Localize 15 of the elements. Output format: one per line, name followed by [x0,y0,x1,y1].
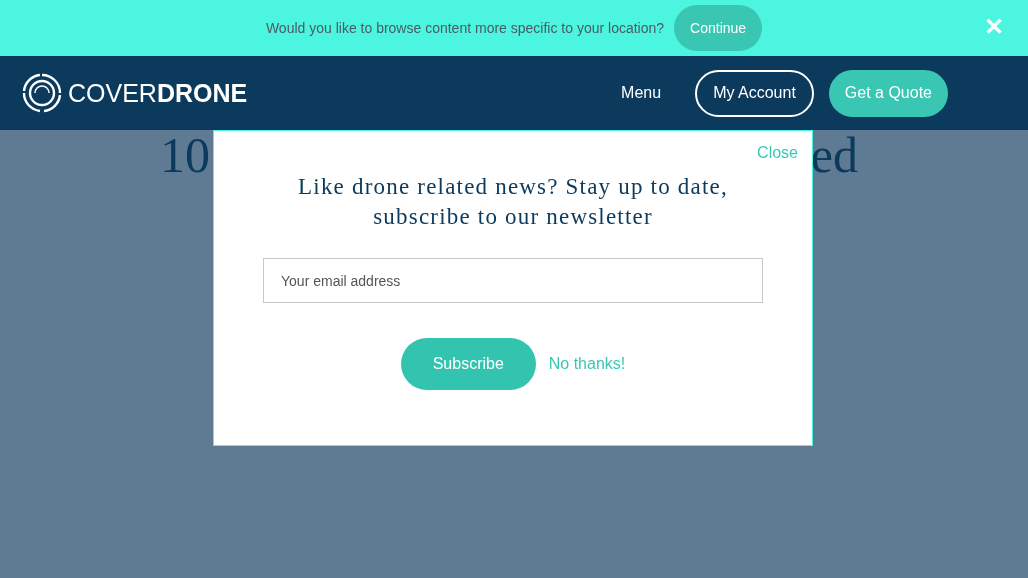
logo-icon [22,73,62,113]
menu-link[interactable]: Menu [621,84,662,102]
page-heading: ed [810,130,858,180]
account-button[interactable]: My Account [695,69,814,117]
continue-button[interactable]: Continue [674,5,763,51]
modal-title: Like drone related news? Stay up to date, subscribe to our newsletter [297,173,729,231]
email-field[interactable]: Your email address [263,258,763,303]
quote-button[interactable]: Get a Quote [828,69,948,117]
logo[interactable]: COVERDRONE [22,73,248,113]
no-thanks-link[interactable]: No thanks! [548,355,626,373]
close-link[interactable]: Close [757,144,798,162]
subscribe-button[interactable]: Subscribe [400,338,536,390]
close-button[interactable]: ✕ [984,13,1004,41]
page-heading: 10 [160,130,210,180]
banner-message: Would you like to browse content more specific to your location? [265,20,665,36]
